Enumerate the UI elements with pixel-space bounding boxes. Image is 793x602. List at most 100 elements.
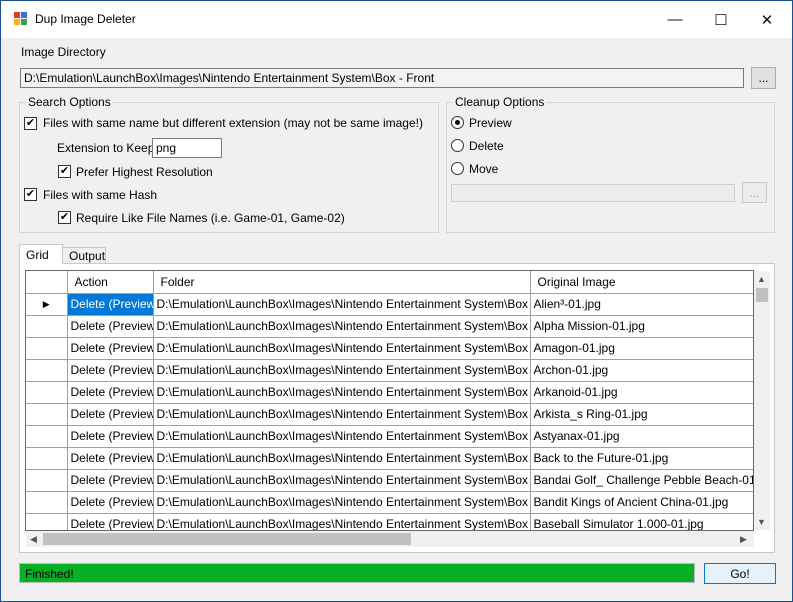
original-image-cell[interactable]: Astyanax-01.jpg (530, 425, 753, 448)
same-name-diff-ext-checkbox[interactable]: ✔ (24, 117, 37, 130)
folder-cell[interactable]: D:\Emulation\LaunchBox\Images\Nintendo E… (153, 359, 531, 382)
action-cell[interactable]: Delete (Preview) (67, 381, 154, 404)
close-icon: ✕ (760, 11, 774, 29)
minimize-button[interactable]: — (652, 1, 698, 38)
row-header[interactable] (26, 337, 68, 360)
browse-directory-button[interactable]: ... (751, 67, 776, 89)
move-browse-button[interactable]: ... (742, 182, 767, 203)
original-image-cell[interactable]: Amagon-01.jpg (530, 337, 753, 360)
row-header[interactable]: ▶ (26, 293, 68, 316)
table-row[interactable]: Delete (Preview) D:\Emulation\LaunchBox\I… (26, 381, 753, 404)
action-cell[interactable]: Delete (Preview) (67, 447, 154, 470)
title-bar[interactable]: Dup Image Deleter — ☐ ✕ (1, 1, 792, 38)
action-cell[interactable]: Delete (Preview) (67, 469, 154, 492)
folder-cell[interactable]: D:\Emulation\LaunchBox\Images\Nintendo E… (153, 491, 531, 514)
table-row[interactable]: Delete (Preview) D:\Emulation\LaunchBox\I… (26, 469, 753, 492)
original-image-cell[interactable]: Baseball Simulator 1.000-01.jpg (530, 513, 753, 530)
same-name-diff-ext-label: Files with same name but different exten… (43, 116, 423, 130)
row-header[interactable] (26, 381, 68, 404)
extension-to-keep-label: Extension to Keep (57, 141, 155, 155)
row-header[interactable] (26, 513, 68, 530)
require-like-names-label: Require Like File Names (i.e. Game-01, G… (76, 211, 345, 225)
original-image-cell[interactable]: Bandai Golf_ Challenge Pebble Beach-01.j… (530, 469, 753, 492)
action-cell[interactable]: Delete (Preview) (67, 425, 154, 448)
action-cell[interactable]: Delete (Preview) (67, 513, 154, 530)
maximize-button[interactable]: ☐ (698, 1, 744, 38)
original-image-cell[interactable]: Bandit Kings of Ancient China-01.jpg (530, 491, 753, 514)
folder-cell[interactable]: D:\Emulation\LaunchBox\Images\Nintendo E… (153, 381, 531, 404)
minimize-icon: — (667, 11, 683, 28)
column-header-original-image[interactable]: Original Image (530, 271, 753, 294)
action-cell[interactable]: Delete (Preview) (67, 315, 154, 338)
table-row[interactable]: Delete (Preview) D:\Emulation\LaunchBox\I… (26, 315, 753, 338)
preview-radio[interactable] (451, 116, 464, 129)
image-directory-label: Image Directory (21, 45, 106, 59)
preview-label: Preview (469, 116, 512, 130)
folder-cell[interactable]: D:\Emulation\LaunchBox\Images\Nintendo E… (153, 403, 531, 426)
move-label: Move (469, 162, 499, 176)
table-row[interactable]: Delete (Preview) D:\Emulation\LaunchBox\I… (26, 359, 753, 382)
table-row[interactable]: Delete (Preview) D:\Emulation\LaunchBox\I… (26, 403, 753, 426)
move-radio[interactable] (451, 162, 464, 175)
image-directory-field[interactable]: D:\Emulation\LaunchBox\Images\Nintendo E… (20, 68, 744, 88)
folder-cell[interactable]: D:\Emulation\LaunchBox\Images\Nintendo E… (153, 469, 531, 492)
folder-cell[interactable]: D:\Emulation\LaunchBox\Images\Nintendo E… (153, 513, 531, 530)
action-cell[interactable]: Delete (Preview) (67, 403, 154, 426)
delete-radio[interactable] (451, 139, 464, 152)
table-row[interactable]: Delete (Preview) D:\Emulation\LaunchBox\I… (26, 513, 753, 530)
scroll-down-icon[interactable]: ▼ (757, 517, 766, 527)
scroll-up-icon[interactable]: ▲ (757, 274, 766, 284)
row-header[interactable] (26, 425, 68, 448)
move-path-field[interactable] (451, 184, 735, 202)
table-row[interactable]: Delete (Preview) D:\Emulation\LaunchBox\I… (26, 447, 753, 470)
action-cell[interactable]: Delete (Preview) (67, 491, 154, 514)
require-like-names-checkbox[interactable]: ✔ (58, 211, 71, 224)
row-header[interactable] (26, 469, 68, 492)
folder-cell[interactable]: D:\Emulation\LaunchBox\Images\Nintendo E… (153, 337, 531, 360)
results-table: Action Folder Original Image ▶ Delete (Pr… (26, 271, 753, 530)
action-cell[interactable]: Delete (Preview) (67, 359, 154, 382)
original-image-cell[interactable]: Archon-01.jpg (530, 359, 753, 382)
row-header[interactable] (26, 315, 68, 338)
same-hash-checkbox[interactable]: ✔ (24, 188, 37, 201)
row-header[interactable] (26, 447, 68, 470)
horizontal-scrollbar[interactable]: ◀ ▶ (26, 531, 754, 547)
progress-fill (20, 564, 694, 582)
original-image-cell[interactable]: Alpha Mission-01.jpg (530, 315, 753, 338)
table-row[interactable]: ▶ Delete (Preview) D:\Emulation\LaunchBox\… (26, 293, 753, 316)
folder-cell[interactable]: D:\Emulation\LaunchBox\Images\Nintendo E… (153, 447, 531, 470)
scroll-left-icon[interactable]: ◀ (30, 534, 37, 545)
extension-to-keep-field[interactable]: png (152, 138, 222, 158)
folder-cell[interactable]: D:\Emulation\LaunchBox\Images\Nintendo E… (153, 293, 531, 316)
tab-grid[interactable]: Grid (19, 244, 63, 264)
prefer-highest-res-checkbox[interactable]: ✔ (58, 165, 71, 178)
column-header-action[interactable]: Action (67, 271, 154, 294)
check-icon: ✔ (25, 117, 36, 129)
table-row[interactable]: Delete (Preview) D:\Emulation\LaunchBox\I… (26, 425, 753, 448)
row-header-corner (26, 271, 68, 294)
go-button[interactable]: Go! (704, 563, 776, 584)
action-cell[interactable]: Delete (Preview) (67, 337, 154, 360)
vertical-scroll-thumb[interactable] (756, 288, 768, 302)
results-grid[interactable]: Action Folder Original Image ▶ Delete (Pr… (25, 270, 754, 531)
app-window: Dup Image Deleter — ☐ ✕ Image Directory … (0, 0, 793, 602)
scroll-right-icon[interactable]: ▶ (740, 534, 747, 545)
original-image-cell[interactable]: Arkanoid-01.jpg (530, 381, 753, 404)
vertical-scrollbar[interactable]: ▲ ▼ (754, 271, 770, 530)
action-cell[interactable]: Delete (Preview) (67, 293, 154, 316)
original-image-cell[interactable]: Arkista_s Ring-01.jpg (530, 403, 753, 426)
folder-cell[interactable]: D:\Emulation\LaunchBox\Images\Nintendo E… (153, 425, 531, 448)
horizontal-scroll-thumb[interactable] (43, 533, 411, 545)
original-image-cell[interactable]: Back to the Future-01.jpg (530, 447, 753, 470)
column-header-folder[interactable]: Folder (153, 271, 531, 294)
folder-cell[interactable]: D:\Emulation\LaunchBox\Images\Nintendo E… (153, 315, 531, 338)
table-row[interactable]: Delete (Preview) D:\Emulation\LaunchBox\I… (26, 337, 753, 360)
window-title: Dup Image Deleter (35, 12, 136, 26)
table-row[interactable]: Delete (Preview) D:\Emulation\LaunchBox\I… (26, 491, 753, 514)
row-header[interactable] (26, 491, 68, 514)
row-header[interactable] (26, 403, 68, 426)
tab-output[interactable]: Output (62, 247, 106, 264)
row-header[interactable] (26, 359, 68, 382)
original-image-cell[interactable]: Alien³-01.jpg (530, 293, 753, 316)
close-button[interactable]: ✕ (744, 1, 790, 38)
